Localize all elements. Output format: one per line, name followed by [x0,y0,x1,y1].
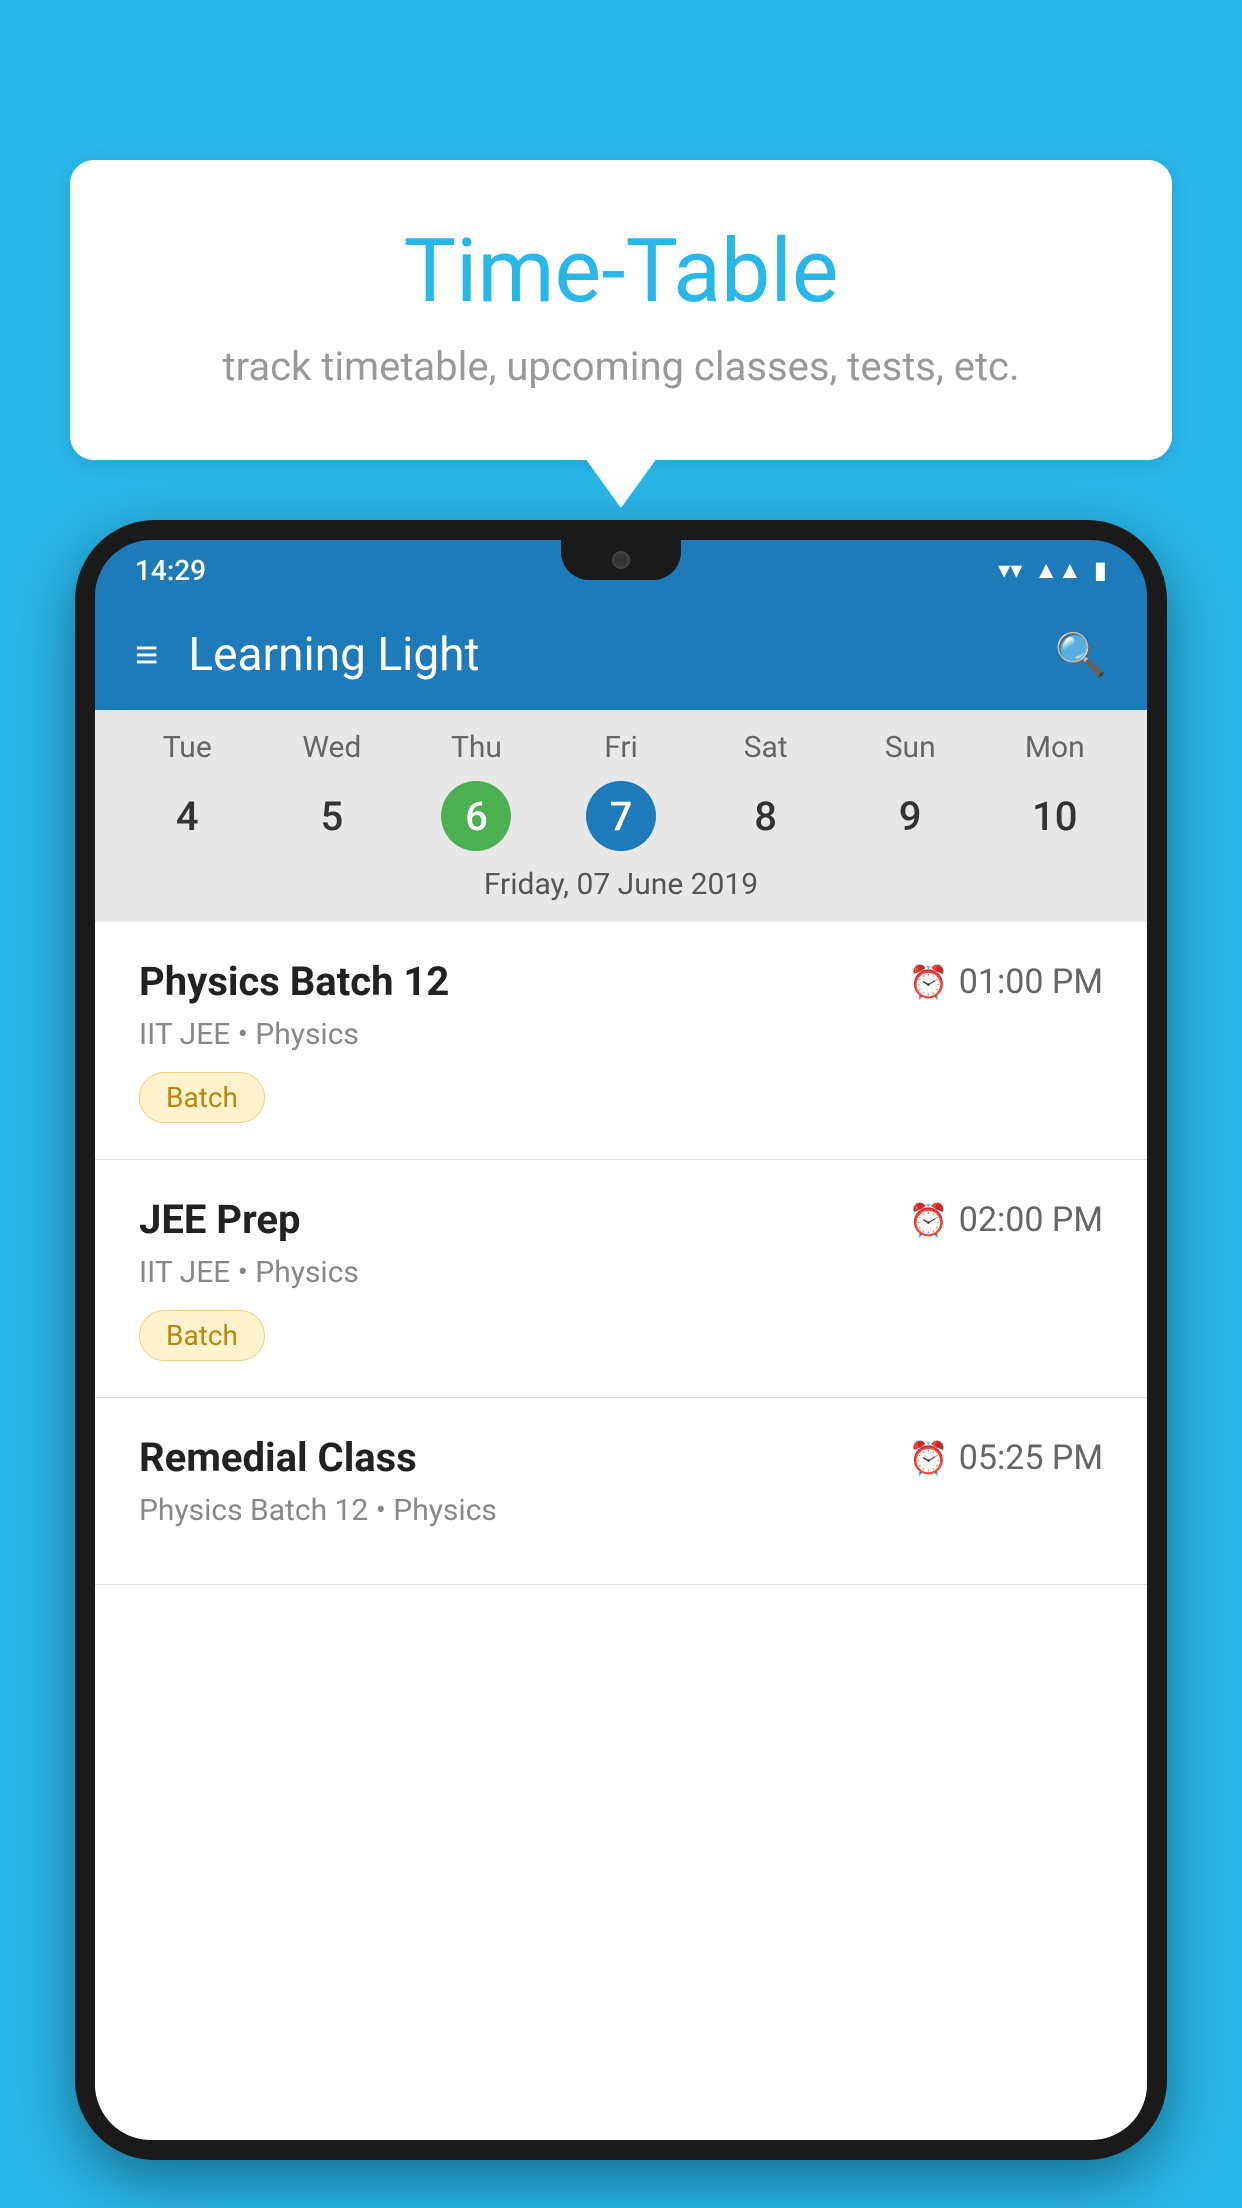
schedule-item-2[interactable]: JEE Prep ⏰ 02:00 PM IIT JEE • Physics Ba… [95,1160,1147,1398]
phone-frame: 14:29 ▾▾ ▲▲ ▮ ≡ Learning Light 🔍 [75,520,1167,2160]
status-icons: ▾▾ ▲▲ ▮ [998,556,1107,585]
search-icon[interactable]: 🔍 [1055,631,1107,680]
day-name-wed: Wed [260,730,405,765]
day-name-sat: Sat [693,730,838,765]
clock-icon-2: ⏰ [909,1201,949,1239]
day-number-tue: 4 [152,781,222,851]
day-col-sat[interactable]: Sat 8 [693,730,838,851]
schedule-time-3: ⏰ 05:25 PM [909,1438,1103,1478]
schedule-time-1: ⏰ 01:00 PM [909,962,1103,1002]
day-name-thu: Thu [404,730,549,765]
schedule-item-3[interactable]: Remedial Class ⏰ 05:25 PM Physics Batch … [95,1398,1147,1585]
day-col-tue[interactable]: Tue 4 [115,730,260,851]
schedule-time-value-2: 02:00 PM [959,1200,1103,1240]
schedule-meta-3: Physics Batch 12 • Physics [139,1493,1103,1528]
schedule-meta-1: IIT JEE • Physics [139,1017,1103,1052]
schedule-item-top-3: Remedial Class ⏰ 05:25 PM [139,1434,1103,1481]
day-number-sun: 9 [875,781,945,851]
day-col-wed[interactable]: Wed 5 [260,730,405,851]
hamburger-icon[interactable]: ≡ [135,635,158,675]
day-number-wed: 5 [297,781,367,851]
speech-bubble-container: Time-Table track timetable, upcoming cla… [70,160,1172,460]
feature-subtitle: track timetable, upcoming classes, tests… [150,343,1092,390]
day-name-mon: Mon [982,730,1127,765]
schedule-item-top-2: JEE Prep ⏰ 02:00 PM [139,1196,1103,1243]
schedule-time-value-1: 01:00 PM [959,962,1103,1002]
status-bar: 14:29 ▾▾ ▲▲ ▮ [95,540,1147,600]
phone-mockup: 14:29 ▾▾ ▲▲ ▮ ≡ Learning Light 🔍 [75,520,1167,2208]
schedule-name-2: JEE Prep [139,1196,300,1243]
status-time: 14:29 [135,554,206,587]
day-name-tue: Tue [115,730,260,765]
schedule-time-2: ⏰ 02:00 PM [909,1200,1103,1240]
schedule-list: Physics Batch 12 ⏰ 01:00 PM IIT JEE • Ph… [95,922,1147,2140]
day-number-fri: 7 [586,781,656,851]
camera [612,551,630,569]
speech-bubble: Time-Table track timetable, upcoming cla… [70,160,1172,460]
day-name-sun: Sun [838,730,983,765]
battery-icon: ▮ [1094,556,1107,584]
day-col-mon[interactable]: Mon 10 [982,730,1127,851]
app-header: ≡ Learning Light 🔍 [95,600,1147,710]
day-col-fri[interactable]: Fri 7 [549,730,694,851]
selected-date-label: Friday, 07 June 2019 [95,851,1147,912]
phone-notch [561,540,681,580]
feature-title: Time-Table [150,220,1092,323]
page-background: Time-Table track timetable, upcoming cla… [0,0,1242,2208]
calendar-strip: Tue 4 Wed 5 Thu 6 Fri 7 [95,710,1147,922]
signal-icon: ▲▲ [1034,556,1082,585]
schedule-time-value-3: 05:25 PM [959,1438,1103,1478]
schedule-name-3: Remedial Class [139,1434,417,1481]
schedule-item-1[interactable]: Physics Batch 12 ⏰ 01:00 PM IIT JEE • Ph… [95,922,1147,1160]
day-col-thu[interactable]: Thu 6 [404,730,549,851]
schedule-name-1: Physics Batch 12 [139,958,449,1005]
schedule-meta-2: IIT JEE • Physics [139,1255,1103,1290]
batch-badge-1: Batch [139,1072,265,1123]
day-headers: Tue 4 Wed 5 Thu 6 Fri 7 [95,730,1147,851]
day-name-fri: Fri [549,730,694,765]
batch-badge-2: Batch [139,1310,265,1361]
day-number-mon: 10 [1020,781,1090,851]
day-number-sat: 8 [731,781,801,851]
wifi-icon: ▾▾ [998,556,1022,584]
day-number-thu: 6 [441,781,511,851]
day-col-sun[interactable]: Sun 9 [838,730,983,851]
app-header-title: Learning Light [188,628,1024,682]
clock-icon-1: ⏰ [909,963,949,1001]
app-screen: ≡ Learning Light 🔍 Tue 4 Wed 5 [95,600,1147,2140]
schedule-item-top-1: Physics Batch 12 ⏰ 01:00 PM [139,958,1103,1005]
clock-icon-3: ⏰ [909,1439,949,1477]
